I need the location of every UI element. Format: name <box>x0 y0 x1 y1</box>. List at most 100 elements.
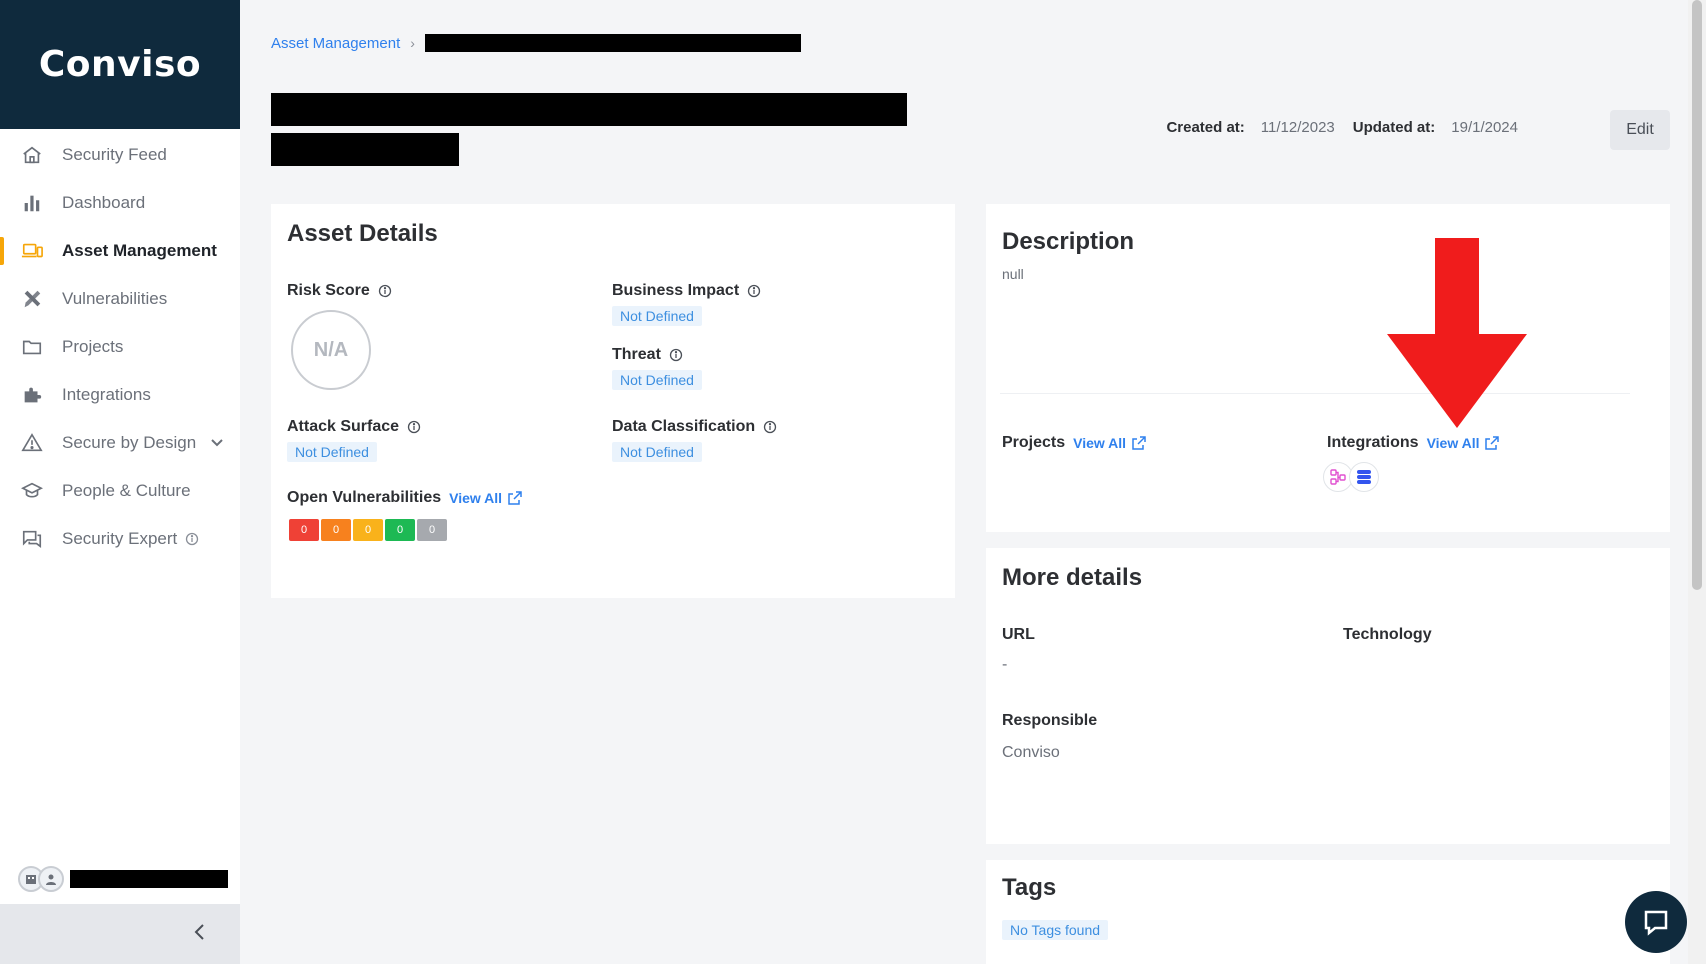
responsible-value: Conviso <box>1002 744 1060 761</box>
edit-button[interactable]: Edit <box>1610 110 1670 150</box>
sidebar-item-security-feed[interactable]: Security Feed <box>0 131 240 179</box>
external-link-icon <box>508 491 522 505</box>
sidebar-item-people-culture[interactable]: People & Culture <box>0 467 240 515</box>
bar-chart-icon <box>20 191 44 215</box>
tags-title: Tags <box>1002 874 1057 901</box>
sidebar-item-label: People & Culture <box>62 481 191 500</box>
chat-launcher-button[interactable] <box>1625 891 1687 953</box>
projects-label: Projects View All <box>1002 434 1146 452</box>
risk-score-section: Risk Score N/A <box>287 282 392 390</box>
sidebar-item-dashboard[interactable]: Dashboard <box>0 179 240 227</box>
annotation-arrow-icon <box>1387 238 1527 428</box>
collapse-sidebar-button[interactable] <box>0 904 240 964</box>
threat-section: Threat Not Defined <box>612 346 702 390</box>
open-vulnerabilities-label: Open Vulnerabilities View All <box>287 489 522 507</box>
sidebar-item-security-expert[interactable]: Security Expert <box>0 515 240 563</box>
integrations-view-all-link[interactable]: View All <box>1427 435 1500 451</box>
asset-details-title: Asset Details <box>287 220 438 247</box>
threat-value: Not Defined <box>612 370 702 390</box>
scrollbar[interactable] <box>1688 0 1706 964</box>
sidebar-nav: Security Feed Dashboard Asset Management… <box>0 129 240 563</box>
chat-bubble-icon <box>1644 910 1668 936</box>
url-label: URL <box>1002 626 1035 643</box>
description-text: null <box>1002 266 1024 282</box>
sidebar-item-asset-management[interactable]: Asset Management <box>0 227 240 275</box>
warning-triangle-icon <box>20 431 44 455</box>
redacted-user-name <box>70 870 228 888</box>
user-profile[interactable] <box>18 866 228 892</box>
sidebar-item-label: Integrations <box>62 385 151 404</box>
url-value: - <box>1002 656 1008 673</box>
chevron-down-icon[interactable] <box>210 436 224 450</box>
integrations-label: Integrations View All <box>1327 434 1500 452</box>
redacted-breadcrumb-current <box>424 34 801 52</box>
redacted-page-title <box>271 93 907 126</box>
integrations-section: Integrations View All <box>1323 434 1500 492</box>
business-impact-value: Not Defined <box>612 306 702 326</box>
sidebar-item-projects[interactable]: Projects <box>0 323 240 371</box>
business-impact-label: Business Impact <box>612 282 761 300</box>
risk-score-label: Risk Score <box>287 282 392 300</box>
tags-card: Tags No Tags found <box>986 860 1670 964</box>
projects-label-text: Projects <box>1002 434 1066 451</box>
breadcrumb: Asset Management › <box>271 34 801 52</box>
projects-section: Projects View All <box>1002 434 1146 452</box>
external-link-icon <box>1485 436 1500 450</box>
info-icon[interactable] <box>747 284 761 298</box>
integrations-label-text: Integrations <box>1327 434 1419 451</box>
info-count-badge[interactable]: 0 <box>417 519 447 541</box>
folder-icon <box>20 335 44 359</box>
open-vulnerabilities-label-text: Open Vulnerabilities <box>287 489 442 506</box>
sidebar-item-label: Security Feed <box>62 145 167 164</box>
home-icon <box>20 143 44 167</box>
graduation-cap-icon <box>20 479 44 503</box>
sidebar-item-vulnerabilities[interactable]: Vulnerabilities <box>0 275 240 323</box>
created-at-value: 11/12/2023 <box>1260 119 1335 136</box>
chevron-left-icon <box>192 922 208 947</box>
high-count-badge[interactable]: 0 <box>321 519 351 541</box>
sidebar-item-label: Security Expert <box>62 529 178 548</box>
projects-view-all-link[interactable]: View All <box>1073 435 1146 451</box>
attack-surface-value: Not Defined <box>287 442 377 462</box>
responsible-label: Responsible <box>1002 712 1098 729</box>
data-classification-label: Data Classification <box>612 418 777 436</box>
created-at-label: Created at: <box>1166 119 1245 136</box>
open-vulnerabilities-view-all-link[interactable]: View All <box>449 490 522 506</box>
data-classification-section: Data Classification Not Defined <box>612 418 777 462</box>
no-tags-chip: No Tags found <box>1002 920 1109 940</box>
info-icon[interactable] <box>407 420 421 434</box>
critical-count-badge[interactable]: 0 <box>289 519 319 541</box>
sidebar-item-secure-by-design[interactable]: Secure by Design <box>0 419 240 467</box>
technology-label: Technology <box>1343 626 1432 643</box>
sidebar-item-integrations[interactable]: Integrations <box>0 371 240 419</box>
attack-surface-label-text: Attack Surface <box>287 418 400 435</box>
view-all-text: View All <box>1426 435 1480 451</box>
puzzle-icon <box>20 383 44 407</box>
breadcrumb-asset-management[interactable]: Asset Management <box>271 35 400 52</box>
business-impact-section: Business Impact Not Defined <box>612 282 761 326</box>
database-integration-icon[interactable] <box>1349 462 1379 492</box>
devices-icon <box>20 239 44 263</box>
info-icon[interactable] <box>378 284 392 298</box>
conviso-logo[interactable]: Conviso <box>39 44 201 85</box>
attack-surface-section: Attack Surface Not Defined <box>287 418 421 462</box>
low-count-badge[interactable]: 0 <box>385 519 415 541</box>
divider <box>1000 393 1630 394</box>
info-icon[interactable] <box>185 532 199 546</box>
medium-count-badge[interactable]: 0 <box>353 519 383 541</box>
view-all-text: View All <box>449 490 503 506</box>
info-icon[interactable] <box>669 348 683 362</box>
user-avatar-icon <box>38 866 64 892</box>
scrollbar-thumb[interactable] <box>1692 0 1702 590</box>
redacted-page-subtitle <box>271 133 459 166</box>
data-classification-value: Not Defined <box>612 442 702 462</box>
description-card: Description null Projects View All Integ… <box>986 204 1670 532</box>
data-classification-label-text: Data Classification <box>612 418 756 435</box>
more-details-card: More details URL - Technology Responsibl… <box>986 548 1670 844</box>
asset-details-card: Asset Details Risk Score N/A Business Im… <box>271 204 955 598</box>
risk-score-gauge: N/A <box>291 310 371 390</box>
chevron-right-icon: › <box>410 35 415 51</box>
sidebar-item-label: Dashboard <box>62 193 146 212</box>
info-icon[interactable] <box>763 420 777 434</box>
sidebar: Conviso Security Feed Dashboard Asset Ma… <box>0 0 240 964</box>
